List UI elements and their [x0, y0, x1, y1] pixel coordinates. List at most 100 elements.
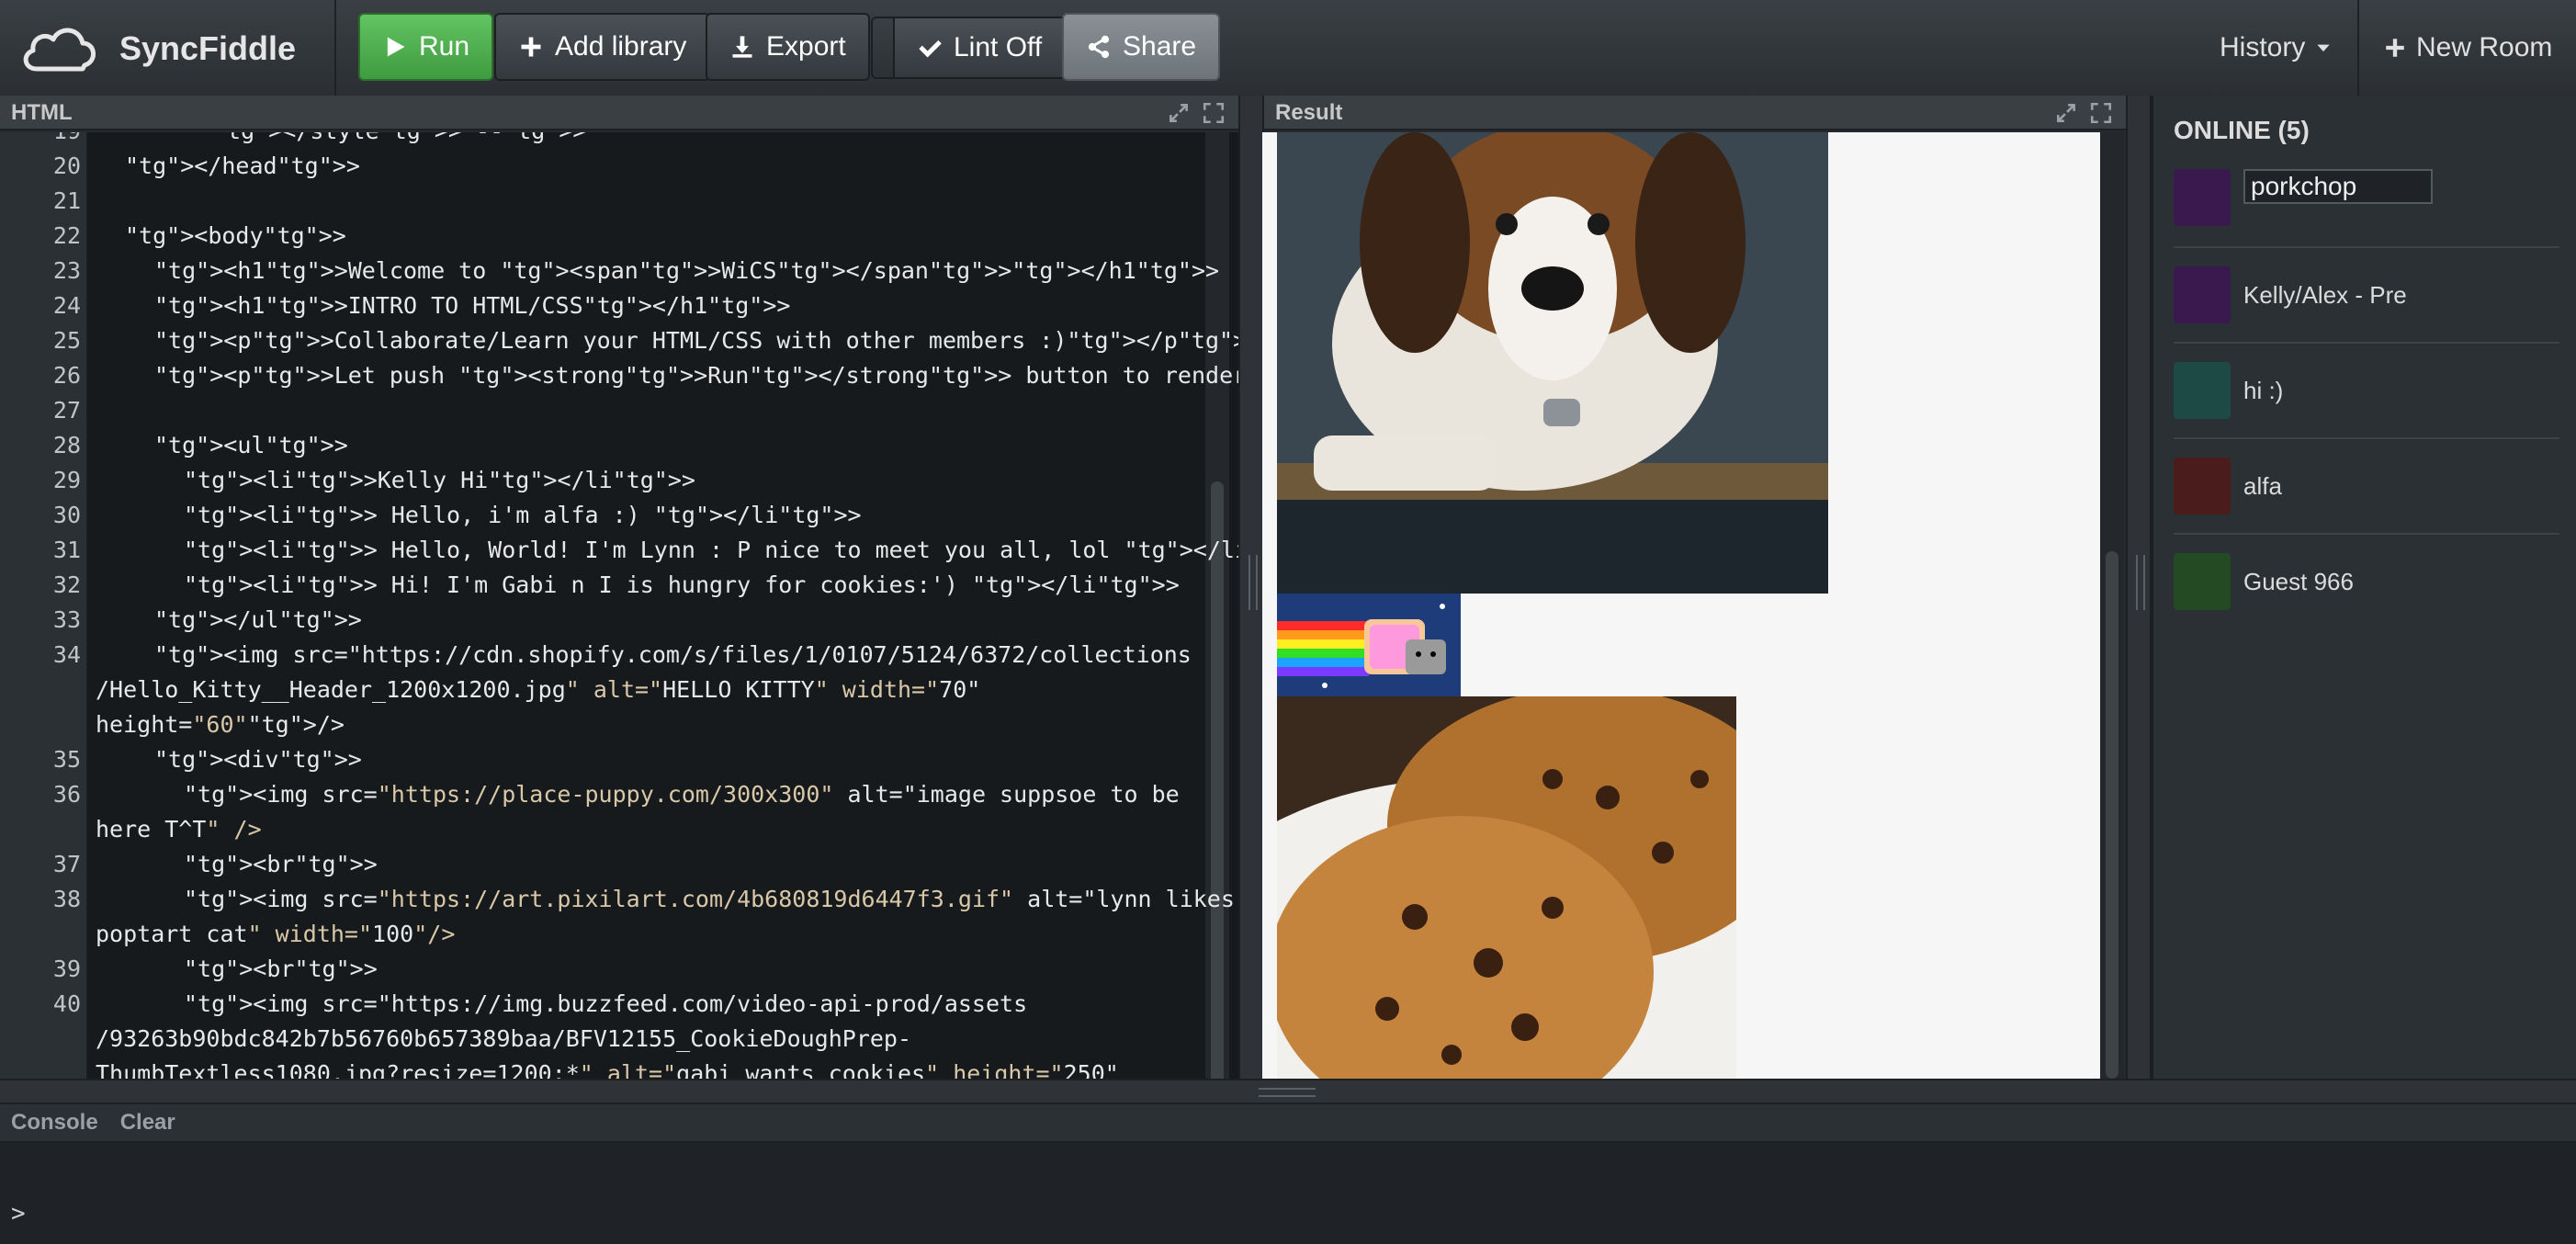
- code-line: "tg"><img src="https://place-puppy.com/3…: [184, 781, 1180, 808]
- share-button[interactable]: Share: [1062, 13, 1221, 81]
- line-number: 23: [52, 257, 81, 284]
- user-row: [2174, 151, 2559, 246]
- code-line: /93263b90bdc842b7b56760b657389baa/BFV121…: [96, 1025, 912, 1052]
- online-count-title: ONLINE (5): [2174, 116, 2310, 144]
- history-dropdown[interactable]: History: [2220, 0, 2333, 96]
- console-tab[interactable]: Console: [11, 1110, 98, 1136]
- add-library-label: Add library: [555, 31, 687, 62]
- export-label: Export: [766, 31, 846, 62]
- code-line: "tg"><body"tg">>: [125, 222, 346, 249]
- user-name: alfa: [2243, 472, 2282, 500]
- user-row: Guest 966: [2174, 533, 2559, 630]
- export-button[interactable]: Export: [706, 13, 870, 81]
- line-number: 34: [52, 641, 81, 668]
- user-name: Kelly/Alex - Pre: [2243, 281, 2407, 309]
- line-number: 37: [52, 851, 81, 877]
- user-color-swatch[interactable]: [2174, 169, 2231, 226]
- line-number: 29: [52, 467, 81, 493]
- cookies-image: [1277, 696, 1736, 1079]
- username-input[interactable]: [2243, 169, 2433, 204]
- puppy-image: [1277, 132, 1828, 594]
- new-room-label: New Room: [2416, 32, 2553, 62]
- code-line: "tg"></style"tg">> --"tg">>: [213, 132, 586, 147]
- result-pane-title: Result: [1275, 100, 1343, 125]
- nav-divider: [334, 0, 336, 96]
- code-line: poptart cat" width="100"/>: [96, 921, 456, 947]
- user-name: hi :): [2243, 377, 2284, 404]
- line-number: 19: [53, 132, 81, 144]
- code-line: "tg"><li"tg">>Kelly Hi"tg"></li"tg">>: [184, 467, 695, 493]
- code-line: "tg"><h1"tg">>Welcome to "tg"><span"tg">…: [154, 257, 1220, 284]
- code-line: here T^T" />: [96, 816, 262, 843]
- code-line: "tg"><li"tg">> Hello, World! I'm Lynn : …: [184, 537, 1238, 563]
- line-number: 26: [52, 362, 81, 389]
- plus-icon: [521, 37, 541, 57]
- check-icon: [919, 40, 942, 58]
- line-number: 20: [52, 153, 81, 179]
- line-number: 40: [52, 990, 81, 1017]
- play-icon: [387, 37, 405, 57]
- fullscreen-icon[interactable]: [1202, 101, 1226, 125]
- user-color-swatch[interactable]: [2174, 553, 2231, 610]
- user-name: Guest 966: [2243, 568, 2354, 595]
- code-line: "tg"><li"tg">> Hello, i'm alfa :) "tg"><…: [184, 502, 862, 528]
- top-navbar: SyncFiddle Run Add library Export Lint O…: [0, 0, 2576, 97]
- app-name: SyncFiddle: [119, 29, 297, 67]
- history-label: History: [2220, 32, 2306, 62]
- console-panel: Console Clear >: [0, 1079, 2576, 1244]
- lint-toggle-button[interactable]: Lint Off: [893, 17, 1067, 79]
- code-line: "tg"><ul"tg">>: [154, 432, 348, 458]
- result-pane-header: Result: [1264, 96, 2126, 130]
- brand[interactable]: SyncFiddle: [18, 17, 296, 81]
- html-pane-title: HTML: [11, 100, 73, 125]
- pane-splitter[interactable]: [2126, 96, 2152, 1079]
- line-number: 32: [52, 571, 81, 598]
- fullscreen-icon[interactable]: [2089, 101, 2113, 125]
- line-number: 28: [52, 432, 81, 458]
- line-number: 27: [52, 397, 81, 424]
- user-row: alfa: [2174, 437, 2559, 535]
- code-line: "tg"><br"tg">>: [184, 956, 378, 982]
- console-prompt[interactable]: >: [11, 1200, 26, 1227]
- result-frame[interactable]: [1262, 132, 2100, 1079]
- html-pane-header: HTML: [0, 96, 1238, 130]
- code-line: "tg"></head"tg">>: [125, 153, 360, 179]
- run-button[interactable]: Run: [358, 13, 494, 81]
- share-label: Share: [1123, 31, 1197, 62]
- editor-scrollbar[interactable]: [1211, 481, 1224, 1079]
- line-number: 39: [52, 956, 81, 982]
- online-users-panel: ONLINE (5) Kelly/Alex - Pre hi :) alfa Gues…: [2152, 96, 2576, 1079]
- console-resize-handle[interactable]: [0, 1079, 2576, 1104]
- pane-splitter[interactable]: [1238, 96, 1264, 1079]
- expand-icon[interactable]: [2054, 101, 2078, 125]
- lint-toggle-handle[interactable]: [871, 17, 895, 79]
- console-header: Console Clear: [0, 1104, 2576, 1143]
- nyan-cat-image: [1277, 594, 1461, 696]
- line-number: 24: [52, 292, 81, 319]
- download-icon: [732, 36, 752, 58]
- code-line: ThumbTextless1080.jpg?resize=1200:*" alt…: [96, 1060, 1119, 1079]
- result-scrollbar[interactable]: [2106, 551, 2118, 1079]
- user-row: Kelly/Alex - Pre: [2174, 246, 2559, 344]
- code-editor[interactable]: 19 20 21 22 23 24 25 26 27 28 29 30 31 32 33 34 35 36 37 38…: [0, 132, 1238, 1079]
- code-line: "tg"><p"tg">>Let push "tg"><strong"tg">>…: [154, 362, 1238, 389]
- lint-label: Lint Off: [954, 32, 1043, 62]
- add-library-button[interactable]: Add library: [494, 13, 711, 81]
- pane-controls: [1167, 101, 1226, 125]
- new-room-button[interactable]: New Room: [2383, 0, 2552, 96]
- plus-icon: [2386, 39, 2404, 57]
- line-number: 36: [52, 781, 81, 808]
- expand-icon[interactable]: [1167, 101, 1191, 125]
- code-line: "tg"><img src="https://art.pixilart.com/…: [184, 886, 1235, 912]
- user-color-swatch[interactable]: [2174, 458, 2231, 515]
- code-line: height="60""tg">/>: [96, 711, 345, 738]
- line-number: 38: [52, 886, 81, 912]
- user-color-swatch[interactable]: [2174, 266, 2231, 323]
- line-number: 33: [52, 606, 81, 633]
- user-color-swatch[interactable]: [2174, 362, 2231, 419]
- console-clear-button[interactable]: Clear: [120, 1110, 175, 1136]
- line-number: 22: [52, 222, 81, 249]
- code-line: "tg"></ul"tg">>: [154, 606, 362, 633]
- line-number: 30: [52, 502, 81, 528]
- user-row: hi :): [2174, 342, 2559, 439]
